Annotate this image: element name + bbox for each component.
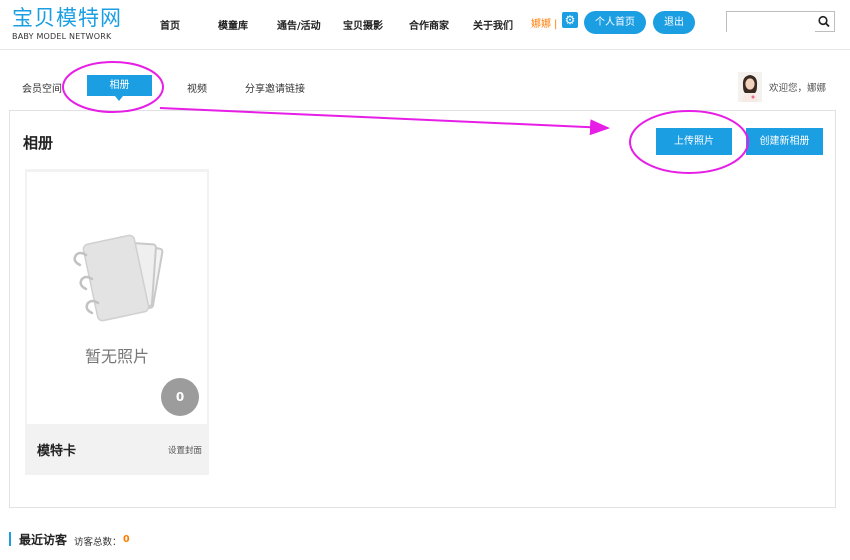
- nav-item-about-us[interactable]: 关于我们: [473, 17, 513, 32]
- user-separator: |: [554, 19, 558, 30]
- tab-album[interactable]: 相册: [87, 75, 152, 101]
- avatar[interactable]: [738, 72, 762, 102]
- visitors-title: 最近访客: [19, 533, 68, 547]
- user-name-link[interactable]: 娜娜 |: [531, 15, 557, 30]
- member-subnav: 会员空间 相册 视频 分享邀请链接 欢迎您，娜娜: [0, 60, 850, 110]
- visitors-count: 0: [123, 534, 130, 545]
- nav-item-announcements[interactable]: 通告/活动: [277, 17, 321, 32]
- personal-home-button[interactable]: 个人首页: [584, 11, 646, 34]
- tab-share-invite-link[interactable]: 分享邀请链接: [245, 80, 305, 95]
- photo-count-badge: 0: [161, 378, 199, 416]
- nav-item-home[interactable]: 首页: [160, 17, 180, 32]
- nav-item-model-library[interactable]: 模童库: [218, 17, 248, 32]
- nav-item-baby-photography[interactable]: 宝贝摄影: [343, 17, 383, 32]
- welcome-text: 欢迎您，娜娜: [769, 83, 827, 94]
- nav-item-partners[interactable]: 合作商家: [409, 17, 449, 32]
- visitors-count-label: 访客总数：: [74, 537, 122, 548]
- empty-album-text: 暂无照片: [84, 347, 149, 366]
- album-name: 模特卡: [37, 444, 77, 459]
- site-logo[interactable]: 宝贝模特网 BABY MODEL NETWORK: [12, 6, 122, 41]
- album-card[interactable]: 暂无照片 模特卡 设置封面: [25, 169, 209, 475]
- logout-button[interactable]: 退出: [653, 11, 695, 34]
- search-box: [726, 11, 835, 34]
- search-input[interactable]: [727, 15, 815, 34]
- create-album-button[interactable]: 创建新相册: [746, 128, 823, 155]
- tab-video[interactable]: 视频: [187, 80, 207, 95]
- logo-english: BABY MODEL NETWORK: [12, 32, 112, 41]
- set-cover-link[interactable]: 设置封面: [168, 444, 202, 456]
- upload-photo-button[interactable]: 上传照片: [656, 128, 732, 155]
- logo-chinese: 宝贝模特网: [12, 6, 122, 30]
- gear-icon[interactable]: ⚙: [562, 12, 578, 28]
- album-icon: [73, 234, 164, 322]
- tab-member-space[interactable]: 会员空间: [22, 80, 62, 95]
- user-name: 娜娜: [531, 19, 551, 30]
- search-icon[interactable]: [817, 13, 831, 30]
- site-header: 宝贝模特网 BABY MODEL NETWORK 首页 模童库 通告/活动 宝贝…: [0, 0, 850, 50]
- page-title: 相册: [23, 134, 54, 152]
- section-marker: [9, 532, 11, 546]
- album-panel: 相册 上传照片 创建新相册 暂无照片 模特卡 设置封面 0: [9, 110, 836, 508]
